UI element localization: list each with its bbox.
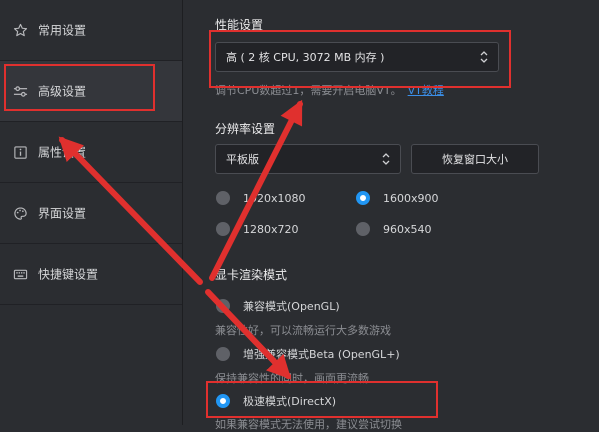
render-mode-label: 增强兼容模式Beta (OpenGL+): [243, 348, 400, 361]
sidebar-item-advanced[interactable]: 高级设置: [0, 61, 182, 122]
render-mode-option[interactable]: 兼容模式(OpenGL): [216, 296, 340, 316]
sidebar-item-general[interactable]: 常用设置: [0, 0, 182, 61]
updown-chevron-icon: [480, 51, 488, 63]
settings-panel: 性能设置 高 ( 2 核 CPU, 3072 MB 内存 ) 调节CPU数超过1…: [183, 0, 599, 431]
radio-button-selected[interactable]: [216, 394, 230, 408]
sidebar-item-hotkeys[interactable]: 快捷键设置: [0, 244, 182, 305]
sidebar-item-label: 快捷键设置: [38, 267, 99, 282]
resolution-title: 分辨率设置: [215, 122, 276, 136]
radio-button[interactable]: [216, 299, 230, 313]
performance-hint: 调节CPU数超过1，需要开启电脑VT。 VT教程: [215, 82, 444, 98]
resolution-option-label: 1280x720: [243, 222, 299, 236]
sidebar-item-label: 常用设置: [38, 23, 87, 38]
device-select[interactable]: 平板版: [215, 144, 401, 174]
updown-chevron-icon: [382, 153, 390, 165]
resolution-option-label: 1600x900: [383, 191, 439, 205]
sidebar-item-label: 高级设置: [38, 84, 87, 99]
radio-button-selected[interactable]: [356, 191, 370, 205]
keyboard-icon: [12, 266, 28, 282]
resolution-option[interactable]: 960x540: [356, 219, 432, 239]
vt-tutorial-link[interactable]: VT教程: [408, 84, 444, 97]
render-mode-desc: 兼容性好，可以流畅运行大多数游戏: [215, 324, 391, 337]
sliders-icon: [12, 83, 28, 99]
performance-select-value: 高 ( 2 核 CPU, 3072 MB 内存 ): [226, 51, 385, 64]
render-mode-label: 兼容模式(OpenGL): [243, 300, 340, 313]
resolution-option-label: 960x540: [383, 222, 432, 236]
radio-button[interactable]: [216, 191, 230, 205]
device-select-value: 平板版: [226, 153, 259, 166]
resolution-option[interactable]: 1600x900: [356, 188, 439, 208]
sidebar-item-label: 界面设置: [38, 206, 87, 221]
radio-button[interactable]: [216, 347, 230, 361]
restore-window-size-button[interactable]: 恢复窗口大小: [411, 144, 539, 174]
performance-hint-text: 调节CPU数超过1，需要开启电脑VT。: [215, 84, 402, 97]
sidebar-item-interface[interactable]: 界面设置: [0, 183, 182, 244]
settings-sidebar: 常用设置 高级设置 属性设置 界面设置 快捷键设置: [0, 0, 183, 425]
performance-title: 性能设置: [215, 18, 264, 32]
info-icon: [12, 144, 28, 160]
resolution-option[interactable]: 1280x720: [216, 219, 299, 239]
render-mode-desc: 保持兼容性的同时，画面更流畅: [215, 372, 369, 385]
radio-button[interactable]: [216, 222, 230, 236]
palette-icon: [12, 205, 28, 221]
render-mode-option[interactable]: 极速模式(DirectX): [216, 391, 336, 411]
resolution-option-label: 1920x1080: [243, 191, 306, 205]
sidebar-item-properties[interactable]: 属性设置: [0, 122, 182, 183]
radio-button[interactable]: [356, 222, 370, 236]
resolution-option[interactable]: 1920x1080: [216, 188, 306, 208]
render-mode-title: 显卡渲染模式: [215, 268, 288, 282]
star-icon: [12, 22, 28, 38]
render-mode-label: 极速模式(DirectX): [243, 395, 337, 408]
render-mode-desc: 如果兼容模式无法使用，建议尝试切换: [215, 418, 402, 431]
sidebar-item-label: 属性设置: [38, 145, 87, 160]
performance-select[interactable]: 高 ( 2 核 CPU, 3072 MB 内存 ): [215, 42, 499, 72]
render-mode-option[interactable]: 增强兼容模式Beta (OpenGL+): [216, 344, 400, 364]
